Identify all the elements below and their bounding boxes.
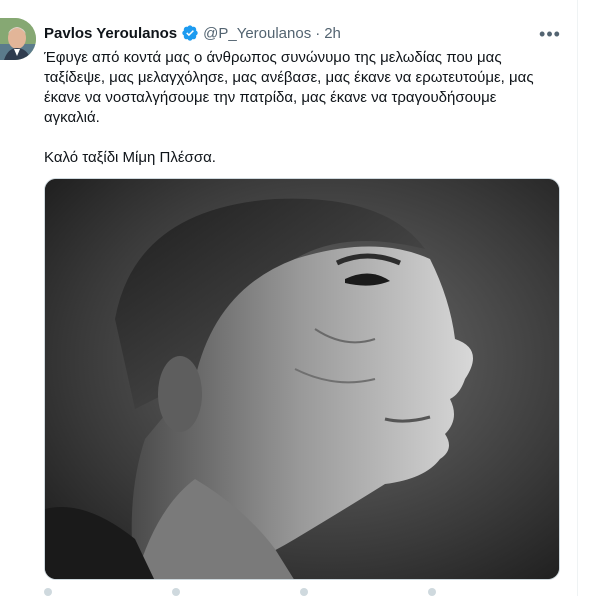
verified-badge-icon [181, 24, 199, 42]
author-handle[interactable]: @P_Yeroulanos [203, 25, 311, 42]
more-options-icon[interactable]: ••• [536, 24, 564, 44]
retweet-icon[interactable] [172, 588, 180, 596]
reply-icon[interactable] [44, 588, 52, 596]
more-options-label: ••• [539, 23, 561, 44]
tweet-text-line: έκανε να νοσταλγήσουμε την πατρίδα, μας … [44, 89, 497, 106]
tweet-timestamp[interactable]: 2h [324, 25, 341, 42]
author-avatar[interactable] [0, 18, 36, 60]
author-name[interactable]: Pavlos Yeroulanos [44, 25, 177, 42]
tweet-text-line: Έφυγε από κοντά μας ο άνθρωπος συνώνυμο … [44, 49, 502, 66]
tweet-text: Έφυγε από κοντά μας ο άνθρωπος συνώνυμο … [44, 48, 564, 168]
tweet-text-line: αγκαλιά. [44, 109, 100, 126]
tweet-closing-line: Καλό ταξίδι Μίμη Πλέσσα. [44, 149, 216, 166]
views-icon[interactable] [428, 588, 436, 596]
tweet-actions-row [44, 588, 564, 596]
tweet[interactable]: Pavlos Yeroulanos @P_Yeroulanos · 2h •••… [0, 0, 578, 596]
tweet-header: Pavlos Yeroulanos @P_Yeroulanos · 2h [44, 22, 341, 44]
tweet-photo[interactable] [44, 178, 560, 580]
separator-dot: · [315, 24, 321, 42]
tweet-text-line: ταξίδεψε, μας μελαγχόλησε, μας ανέβασε, … [44, 69, 534, 86]
like-icon[interactable] [300, 588, 308, 596]
